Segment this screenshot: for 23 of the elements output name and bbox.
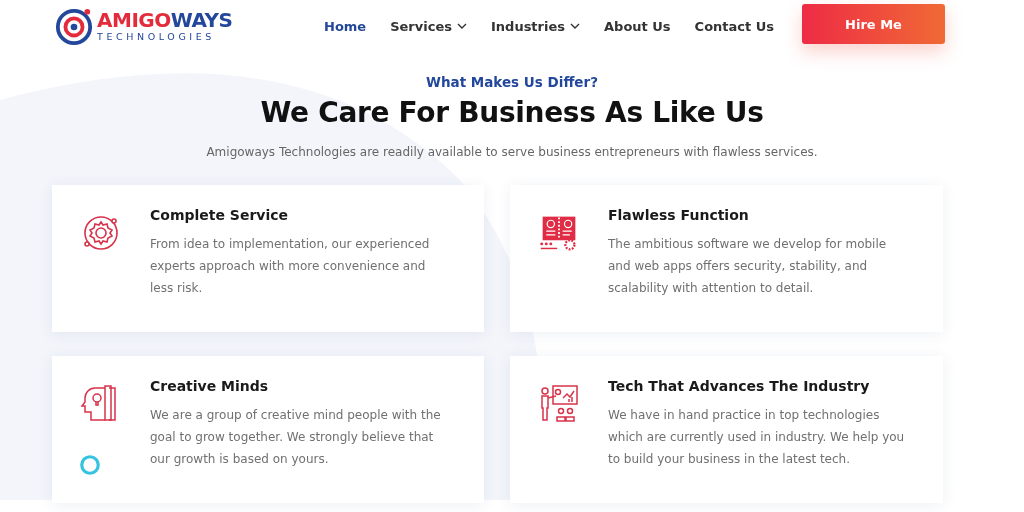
nav-link[interactable]: Home (312, 18, 379, 34)
logo-name: AMIGOWAYS (97, 10, 233, 31)
card-text: We have in hand practice in top technologies which are currently used in industry. We help you to build your business in the latest tech. (608, 407, 906, 468)
nav-link[interactable]: Contact Us (682, 18, 787, 34)
card-text: From idea to implementation, our experienced experts approach with more convenience and less risk. (150, 236, 431, 297)
logo-icon (55, 7, 93, 45)
card-text: The ambitious software we develop for mobile and web apps offers security, stability, and scalability with attention to detail. (608, 236, 888, 297)
loading-spinner-icon (79, 454, 101, 476)
nav-link[interactable]: Services (378, 18, 479, 34)
nav-link[interactable]: About Us (592, 18, 683, 34)
logo-tagline: TECHNOLOGIES (97, 32, 216, 42)
section-title: We Care For Business As Like Us (259, 96, 765, 129)
hire-button[interactable]: Hire Me (802, 4, 945, 44)
nav-link[interactable]: Industries (479, 18, 592, 34)
gear-icon (81, 213, 121, 253)
card-title: Creative Minds (150, 378, 270, 394)
card-title: Complete Service (150, 207, 290, 223)
presenter-chart-icon (539, 384, 579, 424)
card-title: Flawless Function (608, 207, 750, 223)
card-text: We are a group of creative mind people with the goal to grow together. We strongly believe that our growth is based on yours. (150, 407, 442, 468)
section-eyebrow: What Makes Us Differ? (425, 74, 599, 90)
section-subtitle: Amigoways Technologies are readily available to serve business entrepreneurs with flawless services. (205, 145, 819, 159)
card-title: Tech That Advances The Industry (608, 378, 871, 394)
